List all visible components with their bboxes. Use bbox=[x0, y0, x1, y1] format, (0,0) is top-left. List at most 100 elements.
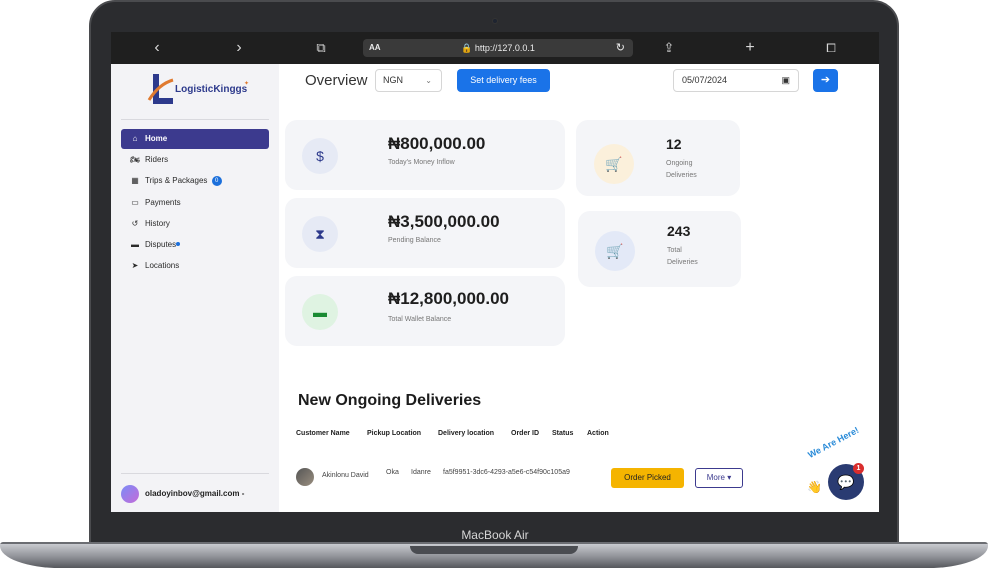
date-input[interactable]: 05/07/2024 ▣ bbox=[673, 69, 799, 92]
arrow-right-icon: ➔ bbox=[820, 74, 831, 86]
column-header: Status bbox=[552, 430, 574, 437]
screen: ‹ › ⧉ AA 🔒 http://127.0.0.1 ↻ ⇪ + ⧠ Logi… bbox=[111, 32, 879, 512]
section-title: New Ongoing Deliveries bbox=[298, 392, 482, 409]
sidebar-item-riders[interactable]: 🏍 Riders bbox=[121, 150, 269, 170]
chat-icon: 💬 bbox=[837, 474, 855, 490]
money-hand-icon: $ bbox=[302, 138, 338, 174]
column-header: Customer Name bbox=[296, 430, 350, 437]
address-bar[interactable]: AA 🔒 http://127.0.0.1 ↻ bbox=[363, 39, 633, 57]
go-button[interactable]: ➔ bbox=[813, 69, 838, 92]
column-header: Pickup Location bbox=[367, 430, 422, 437]
payment-icon: ▭ bbox=[131, 198, 139, 207]
book-icon[interactable]: ⧉ bbox=[311, 32, 331, 64]
logo-icon bbox=[147, 74, 174, 104]
sidebar-item-label: Payments bbox=[145, 198, 181, 207]
avatar bbox=[121, 485, 139, 503]
order-id: fa5f9951-3dc6-4293-a5e6-c54f90c105a9 bbox=[443, 469, 570, 476]
sidebar-item-payments[interactable]: ▭ Payments bbox=[121, 193, 269, 213]
wallet-balance-amount: ₦12,800,000.00 bbox=[388, 289, 509, 308]
home-icon: ⌂ bbox=[132, 134, 138, 143]
delivery-location: Idanre bbox=[411, 469, 431, 476]
sidebar-item-trips[interactable]: ▦ Trips & Packages 0 bbox=[121, 171, 269, 191]
page-title: Overview bbox=[305, 72, 368, 89]
total-label-line2: Deliveries bbox=[667, 259, 698, 266]
location-icon: ➤ bbox=[131, 261, 139, 270]
sidebar-item-locations[interactable]: ➤ Locations bbox=[121, 256, 269, 276]
sidebar-item-history[interactable]: ↺ History bbox=[121, 214, 269, 234]
calendar-icon[interactable]: ▣ bbox=[781, 70, 790, 91]
currency-value: NGN bbox=[383, 75, 403, 85]
ongoing-count: 12 bbox=[666, 136, 682, 152]
browser-toolbar: ‹ › ⧉ AA 🔒 http://127.0.0.1 ↻ ⇪ + ⧠ bbox=[111, 32, 879, 64]
total-deliveries-card: 🛒 243 Total Deliveries bbox=[578, 211, 741, 287]
total-label: Total Deliveries bbox=[667, 245, 727, 269]
sidebar-item-label: Disputes bbox=[145, 240, 177, 249]
wallet-balance-card: ▬ ₦12,800,000.00 Total Wallet Balance bbox=[285, 276, 565, 346]
ongoing-label-line1: Ongoing bbox=[666, 160, 693, 167]
wallet-balance-label: Total Wallet Balance bbox=[388, 316, 452, 323]
share-icon[interactable]: ⇪ bbox=[659, 32, 679, 64]
cart-icon: 🛒 bbox=[595, 231, 635, 271]
sidebar-item-label: History bbox=[145, 219, 170, 228]
divider bbox=[121, 119, 269, 120]
pickup-location: Oka bbox=[386, 469, 399, 476]
wave-icon: 👋 bbox=[807, 480, 822, 494]
user-menu[interactable]: oladoyinbov@gmail.com - bbox=[121, 482, 269, 506]
camera-icon bbox=[492, 18, 498, 24]
trips-count-badge: 0 bbox=[211, 175, 222, 186]
total-label-line1: Total bbox=[667, 247, 682, 254]
sidebar-item-label: Locations bbox=[145, 261, 180, 270]
forward-icon[interactable]: › bbox=[229, 32, 249, 64]
sidebar-item-label: Trips & Packages bbox=[145, 176, 208, 185]
ongoing-label-line2: Deliveries bbox=[666, 172, 697, 179]
money-inflow-label: Today's Money Inflow bbox=[388, 159, 455, 166]
ongoing-label: Ongoing Deliveries bbox=[666, 158, 726, 182]
user-email: oladoyinbov@gmail.com - bbox=[145, 489, 245, 498]
avatar bbox=[296, 468, 314, 486]
status-badge[interactable]: Order Picked bbox=[611, 468, 684, 488]
pending-balance-card: ⧗ ₦3,500,000.00 Pending Balance bbox=[285, 198, 565, 268]
column-header: Order ID bbox=[511, 430, 540, 437]
pending-balance-label: Pending Balance bbox=[388, 237, 441, 244]
money-inflow-card: $ ₦800,000.00 Today's Money Inflow bbox=[285, 120, 565, 190]
back-icon[interactable]: ‹ bbox=[147, 32, 167, 64]
set-delivery-fees-button[interactable]: Set delivery fees bbox=[457, 69, 550, 92]
wallet-icon: ▬ bbox=[302, 294, 338, 330]
sidebar-item-home[interactable]: ⌂ Home bbox=[121, 129, 269, 149]
stage: MacBook Air ‹ › ⧉ AA 🔒 http://127.0.0.1 … bbox=[0, 0, 988, 568]
laptop-notch bbox=[410, 546, 578, 554]
package-icon: ▦ bbox=[131, 176, 139, 185]
hourglass-icon: ⧗ bbox=[302, 216, 338, 252]
logo[interactable]: LogisticKinggs ✦ bbox=[147, 72, 257, 112]
pending-balance-amount: ₦3,500,000.00 bbox=[388, 212, 500, 231]
column-header: Action bbox=[587, 430, 609, 437]
currency-select[interactable]: NGN ⌄ bbox=[375, 69, 442, 92]
divider bbox=[121, 473, 269, 474]
history-icon: ↺ bbox=[131, 219, 139, 228]
ongoing-deliveries-card: 🛒 12 Ongoing Deliveries bbox=[576, 120, 740, 196]
customer-name: Akinlonu David bbox=[322, 472, 369, 479]
money-inflow-amount: ₦800,000.00 bbox=[388, 134, 486, 153]
cart-icon: 🛒 bbox=[594, 144, 634, 184]
more-button[interactable]: More ▾ bbox=[695, 468, 743, 488]
sidebar-item-disputes[interactable]: ▬ Disputes bbox=[121, 235, 269, 255]
logo-text: LogisticKinggs bbox=[175, 84, 248, 95]
device-brand: MacBook Air bbox=[461, 528, 529, 542]
total-count: 243 bbox=[667, 223, 691, 239]
notification-dot bbox=[176, 242, 181, 246]
reload-icon[interactable]: ↻ bbox=[616, 39, 625, 57]
sidebar-item-label: Riders bbox=[145, 155, 169, 164]
dispute-icon: ▬ bbox=[131, 240, 139, 249]
sidebar-item-label: Home bbox=[145, 134, 168, 143]
url-text: 🔒 http://127.0.0.1 bbox=[461, 43, 535, 53]
new-tab-icon[interactable]: + bbox=[740, 32, 760, 64]
sidebar: LogisticKinggs ✦ ⌂ Home 🏍 Riders ▦ Trips… bbox=[111, 64, 279, 512]
chat-notification-badge: 1 bbox=[853, 463, 864, 474]
tabs-icon[interactable]: ⧠ bbox=[821, 32, 841, 64]
chevron-down-icon: ⌄ bbox=[425, 76, 432, 85]
rider-icon: 🏍 bbox=[130, 155, 141, 164]
chat-tagline: We Are Here! bbox=[806, 424, 861, 460]
logo-mark: ✦ bbox=[244, 81, 250, 87]
date-value: 05/07/2024 bbox=[682, 75, 728, 85]
column-header: Delivery location bbox=[438, 430, 495, 437]
